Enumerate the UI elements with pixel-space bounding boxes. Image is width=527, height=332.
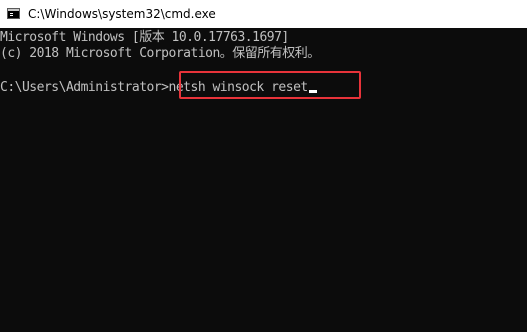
banner-copyright-line: (c) 2018 Microsoft Corporation。保留所有权利。 <box>0 46 320 61</box>
window-title: C:\Windows\system32\cmd.exe <box>28 7 216 21</box>
command-highlight-box <box>179 71 361 99</box>
title-bar[interactable]: C:\Windows\system32\cmd.exe <box>0 0 527 28</box>
cmd-window: C:\Windows\system32\cmd.exe Microsoft Wi… <box>0 0 527 332</box>
cmd-icon <box>7 8 20 19</box>
banner-version-line: Microsoft Windows [版本 10.0.17763.1697] <box>0 30 289 45</box>
prompt-text: C:\Users\Administrator> <box>0 80 169 95</box>
console-area[interactable]: Microsoft Windows [版本 10.0.17763.1697] (… <box>0 28 527 332</box>
